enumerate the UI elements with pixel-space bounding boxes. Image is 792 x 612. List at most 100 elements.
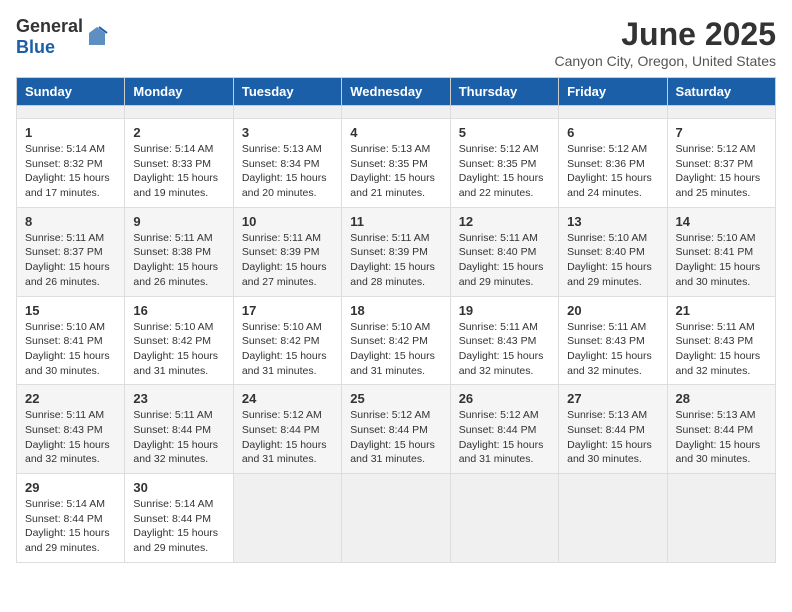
day-of-week-wednesday: Wednesday: [342, 78, 450, 106]
day-number: 4: [350, 125, 441, 140]
day-info: Sunrise: 5:10 AMSunset: 8:42 PMDaylight:…: [133, 320, 224, 379]
calendar-header-row: SundayMondayTuesdayWednesdayThursdayFrid…: [17, 78, 776, 106]
day-of-week-sunday: Sunday: [17, 78, 125, 106]
calendar-cell: [342, 106, 450, 119]
calendar-cell: 25 Sunrise: 5:12 AMSunset: 8:44 PMDayligh…: [342, 385, 450, 474]
day-info: Sunrise: 5:10 AMSunset: 8:40 PMDaylight:…: [567, 231, 658, 290]
day-of-week-tuesday: Tuesday: [233, 78, 341, 106]
day-number: 11: [350, 214, 441, 229]
day-info: Sunrise: 5:12 AMSunset: 8:44 PMDaylight:…: [242, 408, 333, 467]
calendar-cell: 10 Sunrise: 5:11 AMSunset: 8:39 PMDayligh…: [233, 207, 341, 296]
day-info: Sunrise: 5:11 AMSunset: 8:39 PMDaylight:…: [242, 231, 333, 290]
logo-icon: [85, 25, 109, 49]
calendar-cell: 11Sunrise: 5:11 AMSunset: 8:39 PMDayligh…: [342, 207, 450, 296]
calendar-cell: 22Sunrise: 5:11 AMSunset: 8:43 PMDayligh…: [17, 385, 125, 474]
day-info: Sunrise: 5:12 AMSunset: 8:44 PMDaylight:…: [459, 408, 550, 467]
logo-text: General Blue: [16, 16, 83, 58]
calendar-cell: 12Sunrise: 5:11 AMSunset: 8:40 PMDayligh…: [450, 207, 558, 296]
calendar-cell: [342, 474, 450, 563]
calendar-cell: [233, 106, 341, 119]
day-info: Sunrise: 5:10 AMSunset: 8:41 PMDaylight:…: [676, 231, 767, 290]
calendar-week-row: 22Sunrise: 5:11 AMSunset: 8:43 PMDayligh…: [17, 385, 776, 474]
calendar-cell: [559, 474, 667, 563]
day-info: Sunrise: 5:10 AMSunset: 8:41 PMDaylight:…: [25, 320, 116, 379]
day-number: 27: [567, 391, 658, 406]
day-info: Sunrise: 5:11 AMSunset: 8:38 PMDaylight:…: [133, 231, 224, 290]
calendar-cell: 21Sunrise: 5:11 AMSunset: 8:43 PMDayligh…: [667, 296, 775, 385]
calendar-cell: 19Sunrise: 5:11 AMSunset: 8:43 PMDayligh…: [450, 296, 558, 385]
day-number: 30: [133, 480, 224, 495]
calendar-cell: 20 Sunrise: 5:11 AMSunset: 8:43 PMDayligh…: [559, 296, 667, 385]
calendar-cell: 29 Sunrise: 5:14 AMSunset: 8:44 PMDayligh…: [17, 474, 125, 563]
logo-general: General: [16, 16, 83, 36]
day-info: Sunrise: 5:12 AMSunset: 8:37 PMDaylight:…: [676, 142, 767, 201]
day-number: 19: [459, 303, 550, 318]
day-number: 13: [567, 214, 658, 229]
calendar-cell: 6Sunrise: 5:12 AMSunset: 8:36 PMDaylight…: [559, 119, 667, 208]
day-info: Sunrise: 5:12 AMSunset: 8:44 PMDaylight:…: [350, 408, 441, 467]
day-of-week-monday: Monday: [125, 78, 233, 106]
day-number: 5: [459, 125, 550, 140]
day-number: 14: [676, 214, 767, 229]
day-number: 23: [133, 391, 224, 406]
day-info: Sunrise: 5:13 AMSunset: 8:44 PMDaylight:…: [567, 408, 658, 467]
calendar-cell: [450, 106, 558, 119]
day-number: 2: [133, 125, 224, 140]
day-info: Sunrise: 5:14 AMSunset: 8:33 PMDaylight:…: [133, 142, 224, 201]
day-number: 8: [25, 214, 116, 229]
calendar-cell: [667, 106, 775, 119]
calendar-cell: 2 Sunrise: 5:14 AMSunset: 8:33 PMDaylight…: [125, 119, 233, 208]
day-number: 17: [242, 303, 333, 318]
day-info: Sunrise: 5:12 AMSunset: 8:36 PMDaylight:…: [567, 142, 658, 201]
month-title: June 2025: [554, 16, 776, 53]
day-info: Sunrise: 5:14 AMSunset: 8:44 PMDaylight:…: [25, 497, 116, 556]
calendar-cell: 27 Sunrise: 5:13 AMSunset: 8:44 PMDayligh…: [559, 385, 667, 474]
calendar-cell: 28Sunrise: 5:13 AMSunset: 8:44 PMDayligh…: [667, 385, 775, 474]
calendar-cell: [233, 474, 341, 563]
logo-blue: Blue: [16, 37, 55, 57]
day-of-week-thursday: Thursday: [450, 78, 558, 106]
calendar-cell: [125, 106, 233, 119]
day-number: 12: [459, 214, 550, 229]
logo: General Blue: [16, 16, 109, 58]
day-number: 16: [133, 303, 224, 318]
day-number: 1: [25, 125, 116, 140]
calendar-cell: 14 Sunrise: 5:10 AMSunset: 8:41 PMDayligh…: [667, 207, 775, 296]
calendar-cell: 26 Sunrise: 5:12 AMSunset: 8:44 PMDayligh…: [450, 385, 558, 474]
calendar-cell: 5Sunrise: 5:12 AMSunset: 8:35 PMDaylight…: [450, 119, 558, 208]
page-header: General Blue June 2025 Canyon City, Oreg…: [16, 16, 776, 69]
day-info: Sunrise: 5:14 AMSunset: 8:44 PMDaylight:…: [133, 497, 224, 556]
calendar-cell: [17, 106, 125, 119]
calendar-cell: 3 Sunrise: 5:13 AMSunset: 8:34 PMDaylight…: [233, 119, 341, 208]
day-info: Sunrise: 5:13 AMSunset: 8:44 PMDaylight:…: [676, 408, 767, 467]
day-number: 26: [459, 391, 550, 406]
day-number: 10: [242, 214, 333, 229]
day-number: 3: [242, 125, 333, 140]
calendar-cell: 30 Sunrise: 5:14 AMSunset: 8:44 PMDayligh…: [125, 474, 233, 563]
calendar-cell: 16 Sunrise: 5:10 AMSunset: 8:42 PMDayligh…: [125, 296, 233, 385]
day-info: Sunrise: 5:10 AMSunset: 8:42 PMDaylight:…: [350, 320, 441, 379]
title-section: June 2025 Canyon City, Oregon, United St…: [554, 16, 776, 69]
day-number: 18: [350, 303, 441, 318]
calendar-table: SundayMondayTuesdayWednesdayThursdayFrid…: [16, 77, 776, 563]
day-info: Sunrise: 5:13 AMSunset: 8:34 PMDaylight:…: [242, 142, 333, 201]
day-of-week-friday: Friday: [559, 78, 667, 106]
day-number: 20: [567, 303, 658, 318]
calendar-cell: 1 Sunrise: 5:14 AMSunset: 8:32 PMDaylight…: [17, 119, 125, 208]
day-number: 29: [25, 480, 116, 495]
day-info: Sunrise: 5:11 AMSunset: 8:37 PMDaylight:…: [25, 231, 116, 290]
day-info: Sunrise: 5:11 AMSunset: 8:43 PMDaylight:…: [567, 320, 658, 379]
day-info: Sunrise: 5:14 AMSunset: 8:32 PMDaylight:…: [25, 142, 116, 201]
day-of-week-saturday: Saturday: [667, 78, 775, 106]
day-number: 25: [350, 391, 441, 406]
day-info: Sunrise: 5:11 AMSunset: 8:44 PMDaylight:…: [133, 408, 224, 467]
calendar-cell: 24Sunrise: 5:12 AMSunset: 8:44 PMDayligh…: [233, 385, 341, 474]
calendar-cell: 15 Sunrise: 5:10 AMSunset: 8:41 PMDayligh…: [17, 296, 125, 385]
calendar-cell: 17Sunrise: 5:10 AMSunset: 8:42 PMDayligh…: [233, 296, 341, 385]
day-info: Sunrise: 5:11 AMSunset: 8:43 PMDaylight:…: [25, 408, 116, 467]
calendar-week-row: 15 Sunrise: 5:10 AMSunset: 8:41 PMDayligh…: [17, 296, 776, 385]
calendar-cell: 18 Sunrise: 5:10 AMSunset: 8:42 PMDayligh…: [342, 296, 450, 385]
calendar-week-row: 29 Sunrise: 5:14 AMSunset: 8:44 PMDayligh…: [17, 474, 776, 563]
calendar-cell: 4Sunrise: 5:13 AMSunset: 8:35 PMDaylight…: [342, 119, 450, 208]
day-number: 15: [25, 303, 116, 318]
